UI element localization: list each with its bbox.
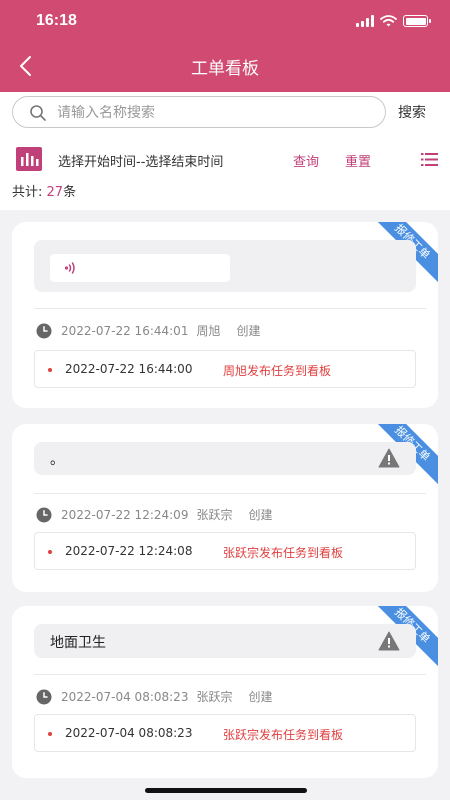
creation-log: 2022-07-22 12:24:09 张跃宗 创建 xyxy=(36,506,272,523)
record-time: 2022-07-22 16:44:00 xyxy=(65,362,193,376)
log-action: 创建 xyxy=(248,690,273,704)
record-entry: 2022-07-04 08:08:23 张跃宗发布任务到看板 xyxy=(34,714,416,752)
list-menu-icon[interactable] xyxy=(421,153,438,166)
reset-button[interactable]: 重置 xyxy=(345,151,371,170)
voice-icon xyxy=(64,262,75,274)
bullet-dot xyxy=(48,732,52,736)
app-header: 16:18 工单看板 xyxy=(0,0,450,92)
battery-icon xyxy=(403,15,431,27)
wifi-icon xyxy=(380,15,397,27)
order-content: 。 xyxy=(34,442,416,475)
page-title: 工单看板 xyxy=(191,59,259,79)
log-action: 创建 xyxy=(248,508,273,522)
status-bar: 16:18 xyxy=(0,0,450,44)
search-input[interactable] xyxy=(57,103,357,123)
card-divider xyxy=(34,674,426,675)
record-message: 周旭发布任务到看板 xyxy=(223,364,332,378)
clock-icon xyxy=(36,323,52,338)
total-unit: 条 xyxy=(63,185,77,200)
card-divider xyxy=(34,308,426,309)
record-time: 2022-07-22 12:24:08 xyxy=(65,544,193,558)
creation-log: 2022-07-22 16:44:01 周旭 创建 xyxy=(36,322,260,339)
clock-icon xyxy=(36,689,52,704)
total-number: 27 xyxy=(46,185,64,200)
record-entry: 2022-07-22 12:24:08 张跃宗发布任务到看板 xyxy=(34,532,416,570)
log-time: 2022-07-22 16:44:01 xyxy=(61,323,189,338)
log-action: 创建 xyxy=(236,324,261,338)
warning-icon xyxy=(378,448,400,468)
log-user: 张跃宗 xyxy=(196,690,233,704)
signal-icon xyxy=(356,15,374,27)
status-icons xyxy=(356,15,431,27)
query-button[interactable]: 查询 xyxy=(293,151,319,170)
card-divider xyxy=(34,493,426,494)
creation-log: 2022-07-04 08:08:23 张跃宗 创建 xyxy=(36,688,272,705)
order-content: 地面卫生 xyxy=(34,624,416,658)
clock-icon xyxy=(36,507,52,522)
order-content-text: 地面卫生 xyxy=(50,635,106,651)
record-time: 2022-07-04 08:08:23 xyxy=(65,726,193,740)
record-message: 张跃宗发布任务到看板 xyxy=(223,728,344,742)
status-time: 16:18 xyxy=(36,12,77,29)
search-filter-panel: 搜索 选择开始时间--选择结束时间 查询 重置 共计: 27条 xyxy=(0,92,450,210)
order-content xyxy=(34,240,416,292)
voice-message[interactable] xyxy=(50,254,230,282)
record-message: 张跃宗发布任务到看板 xyxy=(223,546,344,560)
bullet-dot xyxy=(48,550,52,554)
log-user: 周旭 xyxy=(196,324,221,338)
work-order-card[interactable]: 报修工单 。 2022-07-22 12:24:09 张跃宗 创建 2022-0… xyxy=(12,424,438,592)
search-box xyxy=(12,96,386,128)
search-icon xyxy=(30,105,46,121)
record-entry: 2022-07-22 16:44:00 周旭发布任务到看板 xyxy=(34,350,416,388)
date-range-picker[interactable]: 选择开始时间--选择结束时间 xyxy=(58,151,223,170)
bar-chart-icon xyxy=(16,147,42,171)
order-content-text: 。 xyxy=(50,452,64,468)
warning-icon xyxy=(378,631,400,651)
work-order-card[interactable]: 报修工单 地面卫生 2022-07-04 08:08:23 张跃宗 创建 202… xyxy=(12,606,438,778)
log-user: 张跃宗 xyxy=(196,508,233,522)
home-indicator xyxy=(145,788,307,793)
bullet-dot xyxy=(48,368,52,372)
total-label: 共计: xyxy=(12,185,43,200)
log-time: 2022-07-04 08:08:23 xyxy=(61,689,189,704)
date-filter-row: 选择开始时间--选择结束时间 查询 重置 xyxy=(0,146,450,172)
log-time: 2022-07-22 12:24:09 xyxy=(61,507,189,522)
total-count: 共计: 27条 xyxy=(12,181,76,200)
work-order-card[interactable]: 报修工单 2022-07-22 16:44:01 周旭 创建 2022-07-2… xyxy=(12,222,438,408)
search-button[interactable]: 搜索 xyxy=(398,102,426,122)
